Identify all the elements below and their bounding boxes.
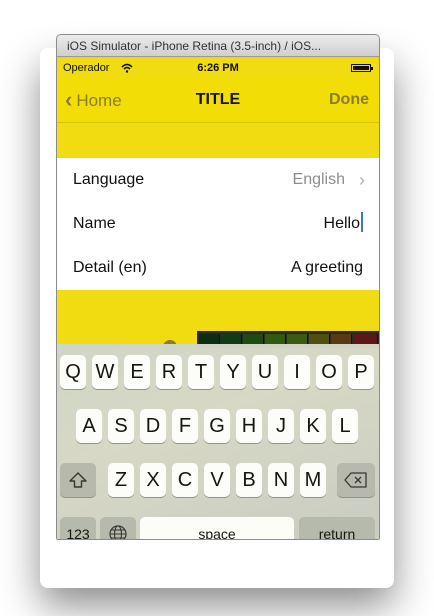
return-key[interactable]: return: [299, 517, 375, 539]
numbers-key[interactable]: 123: [60, 517, 96, 539]
detail-label: Detail (en): [73, 259, 147, 276]
key-y[interactable]: Y: [220, 355, 246, 389]
detail-row[interactable]: Detail (en) A greeting: [57, 246, 379, 290]
key-v[interactable]: V: [204, 463, 230, 497]
delete-icon: [344, 472, 367, 488]
key-r[interactable]: R: [156, 355, 182, 389]
done-button[interactable]: Done: [329, 78, 369, 122]
key-d[interactable]: D: [140, 409, 166, 443]
shift-icon: [69, 472, 87, 488]
language-label: Language: [73, 171, 145, 188]
name-field-wrap[interactable]: Hello: [324, 202, 363, 246]
delete-key[interactable]: [337, 463, 375, 497]
key-q[interactable]: Q: [60, 355, 86, 389]
language-row[interactable]: Language English ›: [57, 158, 379, 202]
key-s[interactable]: S: [108, 409, 134, 443]
chevron-right-icon: ›: [359, 170, 365, 190]
settings-table: Language English › Name Hello Detail (en…: [57, 158, 379, 290]
key-a[interactable]: A: [76, 409, 102, 443]
key-x[interactable]: X: [140, 463, 166, 497]
keyboard: Q W E R T Y U I O P A S D F G H J K L Z …: [57, 344, 379, 539]
key-l[interactable]: L: [332, 409, 358, 443]
space-key[interactable]: space: [140, 517, 294, 539]
status-time: 6:26 PM: [197, 62, 239, 74]
key-b[interactable]: B: [236, 463, 262, 497]
shift-key[interactable]: [60, 463, 96, 497]
key-w[interactable]: W: [92, 355, 118, 389]
name-row[interactable]: Name Hello: [57, 202, 379, 246]
text-caret: [361, 212, 363, 232]
language-value: English: [292, 171, 345, 188]
globe-key[interactable]: [100, 517, 136, 539]
key-j[interactable]: J: [268, 409, 294, 443]
key-n[interactable]: N: [268, 463, 294, 497]
key-p[interactable]: P: [348, 355, 374, 389]
key-f[interactable]: F: [172, 409, 198, 443]
key-g[interactable]: G: [204, 409, 230, 443]
navigation-bar: ‹ Home TITLE Done: [57, 78, 379, 123]
detail-value: A greeting: [290, 259, 363, 276]
status-bar: Operador 6:26 PM: [57, 58, 379, 78]
key-m[interactable]: M: [300, 463, 326, 497]
key-c[interactable]: C: [172, 463, 198, 497]
key-i[interactable]: I: [284, 355, 310, 389]
key-z[interactable]: Z: [108, 463, 134, 497]
device-screen: Operador 6:26 PM ‹ Home TITLE Done Langua…: [57, 58, 379, 539]
key-u[interactable]: U: [252, 355, 278, 389]
window-titlebar: iOS Simulator - iPhone Retina (3.5-inch)…: [57, 35, 379, 57]
key-o[interactable]: O: [316, 355, 342, 389]
globe-icon: [109, 525, 127, 539]
name-field[interactable]: Hello: [324, 215, 360, 232]
name-label: Name: [73, 215, 116, 232]
key-k[interactable]: K: [300, 409, 326, 443]
key-h[interactable]: H: [236, 409, 262, 443]
battery-icon: [351, 64, 373, 72]
window-title: iOS Simulator - iPhone Retina (3.5-inch)…: [67, 39, 322, 53]
key-e[interactable]: E: [124, 355, 150, 389]
simulator-window: iOS Simulator - iPhone Retina (3.5-inch)…: [56, 34, 380, 540]
key-t[interactable]: T: [188, 355, 214, 389]
